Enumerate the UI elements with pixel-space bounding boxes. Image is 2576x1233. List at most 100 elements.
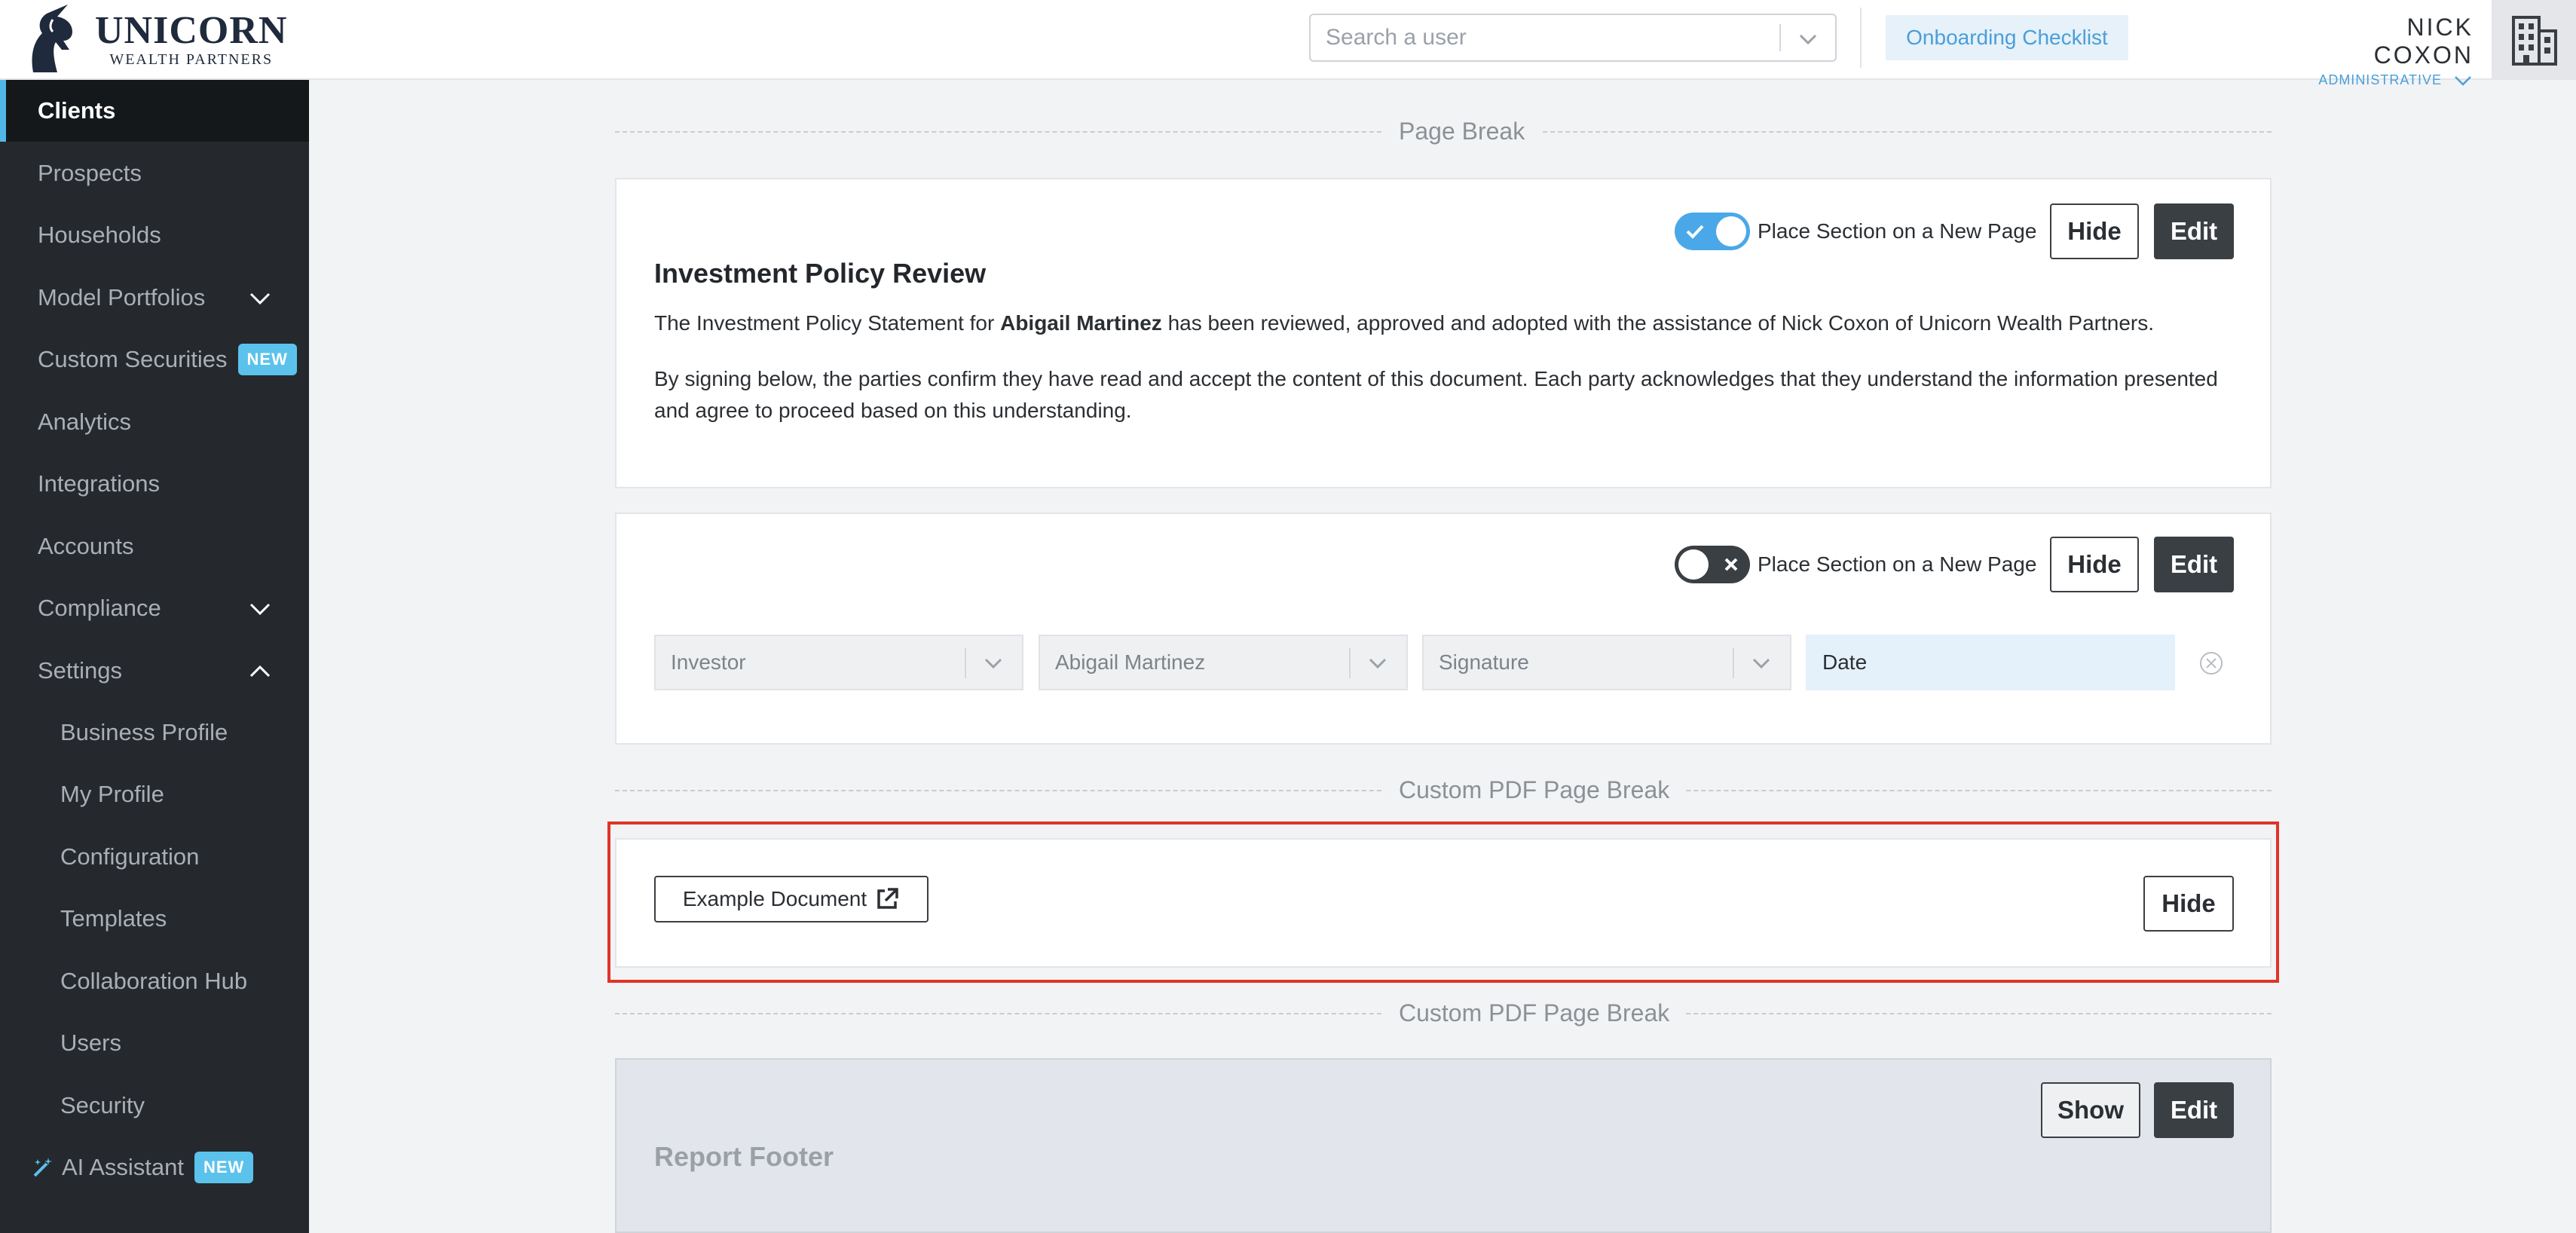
- remove-circle-icon[interactable]: [2198, 650, 2225, 677]
- chevron-down-icon[interactable]: [1793, 24, 1823, 54]
- sidebar-item-label: Security: [60, 1092, 145, 1118]
- section-title: Investment Policy Review: [654, 258, 987, 289]
- field-type-select[interactable]: Signature: [1422, 635, 1791, 690]
- page-break-divider: Page Break: [615, 116, 2272, 146]
- sidebar-item-label: Accounts: [38, 533, 134, 559]
- client-name: Abigail Martinez: [1000, 311, 1162, 335]
- signer-name-select[interactable]: Abigail Martinez: [1039, 635, 1408, 690]
- chevron-down-icon[interactable]: [1363, 648, 1393, 678]
- sidebar-item-households[interactable]: Households: [0, 204, 309, 266]
- search-divider: [1779, 24, 1781, 51]
- user-role: ADMINISTRATIVE: [2318, 72, 2442, 87]
- paragraph-text: The Investment Policy Statement for: [654, 311, 1001, 335]
- user-search[interactable]: [1309, 14, 1837, 62]
- sidebar-item-settings[interactable]: Settings: [0, 640, 309, 702]
- investment-policy-review-section: Place Section on a New Page Hide Edit In…: [615, 178, 2272, 488]
- sidebar-item-label: Custom Securities: [38, 346, 228, 372]
- sidebar-item-compliance[interactable]: Compliance: [0, 577, 309, 639]
- check-icon: [1686, 225, 1704, 239]
- page-break-label: Custom PDF Page Break: [1382, 775, 1687, 805]
- custom-pdf-page-break-divider: Custom PDF Page Break: [615, 998, 2272, 1028]
- firm-switcher[interactable]: [2492, 0, 2576, 80]
- magic-wand-icon: [33, 1158, 52, 1177]
- sidebar-item-label: AI Assistant: [62, 1154, 184, 1180]
- close-icon: [1724, 558, 1738, 571]
- sidebar-item-users[interactable]: Users: [0, 1012, 309, 1074]
- hide-button[interactable]: Hide: [2050, 203, 2139, 259]
- signer-role-select[interactable]: Investor: [654, 635, 1023, 690]
- chevron-down-icon[interactable]: [978, 648, 1008, 678]
- brand-logo[interactable]: UNICORN WEALTH PARTNERS: [23, 3, 287, 75]
- search-input[interactable]: [1311, 25, 1778, 50]
- sidebar-item-label: Households: [38, 222, 161, 248]
- edit-button[interactable]: Edit: [2154, 537, 2234, 592]
- sidebar-item-accounts[interactable]: Accounts: [0, 516, 309, 577]
- sidebar-item-label: Users: [60, 1030, 121, 1056]
- sidebar-item-integrations[interactable]: Integrations: [0, 453, 309, 515]
- header-divider: [1860, 8, 1862, 68]
- unicorn-logo-icon: [32, 5, 72, 72]
- user-name: NICK COXON: [2373, 14, 2474, 69]
- toggle-label: Place Section on a New Page: [1758, 552, 2037, 576]
- sidebar-item-ai-assistant[interactable]: AI Assistant NEW: [0, 1137, 309, 1198]
- section-paragraph: The Investment Policy Statement for Abig…: [654, 307, 2240, 339]
- sidebar-item-my-profile[interactable]: My Profile: [0, 763, 309, 825]
- sidebar-item-label: Model Portfolios: [38, 284, 206, 311]
- sidebar-item-clients[interactable]: Clients: [0, 80, 309, 142]
- edit-button[interactable]: Edit: [2154, 1082, 2234, 1138]
- sidebar-item-label: Configuration: [60, 843, 200, 870]
- sidebar-item-label: My Profile: [60, 781, 164, 807]
- chevron-down-icon[interactable]: [245, 595, 275, 623]
- user-menu[interactable]: NICK COXON ADMINISTRATIVE: [2299, 14, 2474, 88]
- sidebar-item-label: Compliance: [38, 595, 161, 621]
- sidebar-item-security[interactable]: Security: [0, 1075, 309, 1137]
- new-page-toggle[interactable]: Place Section on a New Page: [1675, 546, 2036, 583]
- chevron-down-icon[interactable]: [1746, 648, 1776, 678]
- building-icon: [2512, 16, 2557, 66]
- new-page-toggle[interactable]: Place Section on a New Page: [1675, 213, 2036, 250]
- signature-section: Place Section on a New Page Hide Edit In…: [615, 512, 2272, 745]
- toggle-switch-on[interactable]: [1675, 213, 1750, 250]
- brand-subtitle: WEALTH PARTNERS: [109, 51, 274, 68]
- toggle-switch-off[interactable]: [1675, 546, 1750, 583]
- sidebar-item-label: Business Profile: [60, 719, 228, 745]
- sidebar: Clients Prospects Households Model Portf…: [0, 80, 309, 1233]
- hide-button[interactable]: Hide: [2050, 537, 2139, 592]
- section-paragraph: By signing below, the parties confirm th…: [654, 367, 2218, 422]
- top-header: UNICORN WEALTH PARTNERS Onboarding Check…: [0, 0, 2576, 87]
- show-button[interactable]: Show: [2041, 1082, 2140, 1138]
- sidebar-item-analytics[interactable]: Analytics: [0, 391, 309, 453]
- sidebar-item-label: Collaboration Hub: [60, 968, 248, 994]
- select-value: Abigail Martinez: [1055, 650, 1206, 674]
- select-value: Investor: [671, 650, 746, 674]
- sidebar-item-label: Prospects: [38, 160, 142, 186]
- custom-pdf-page-break-divider: Custom PDF Page Break: [615, 775, 2272, 805]
- sidebar-item-prospects[interactable]: Prospects: [0, 142, 309, 204]
- sidebar-item-configuration[interactable]: Configuration: [0, 826, 309, 888]
- sidebar-item-label: Settings: [38, 657, 123, 684]
- sidebar-item-business-profile[interactable]: Business Profile: [0, 702, 309, 763]
- sidebar-item-model-portfolios[interactable]: Model Portfolios: [0, 267, 309, 329]
- sidebar-item-label: Analytics: [38, 408, 132, 435]
- section-title: Report Footer: [654, 1141, 834, 1172]
- chevron-up-icon[interactable]: [245, 658, 275, 685]
- new-badge: NEW: [194, 1152, 254, 1183]
- paragraph-text: has been reviewed, approved and adopted …: [1161, 311, 2155, 335]
- sidebar-item-label: Integrations: [38, 470, 160, 497]
- chevron-down-icon[interactable]: [2452, 73, 2474, 88]
- new-badge: NEW: [237, 344, 297, 375]
- edit-button[interactable]: Edit: [2154, 203, 2234, 259]
- sidebar-item-collaboration-hub[interactable]: Collaboration Hub: [0, 950, 309, 1012]
- sidebar-item-custom-securities[interactable]: Custom Securities NEW: [0, 329, 309, 390]
- sidebar-item-label: Clients: [38, 97, 116, 124]
- chevron-down-icon[interactable]: [245, 285, 275, 312]
- report-footer-section: Show Edit Report Footer: [615, 1058, 2272, 1233]
- sidebar-item-label: Templates: [60, 905, 167, 932]
- selection-highlight: [607, 821, 2279, 983]
- date-field[interactable]: Date: [1806, 635, 2175, 690]
- toggle-label: Place Section on a New Page: [1758, 219, 2037, 243]
- page-break-label: Page Break: [1382, 116, 1542, 146]
- onboarding-checklist-button[interactable]: Onboarding Checklist: [1886, 15, 2128, 60]
- sidebar-item-templates[interactable]: Templates: [0, 888, 309, 950]
- brand-name: UNICORN: [95, 9, 288, 52]
